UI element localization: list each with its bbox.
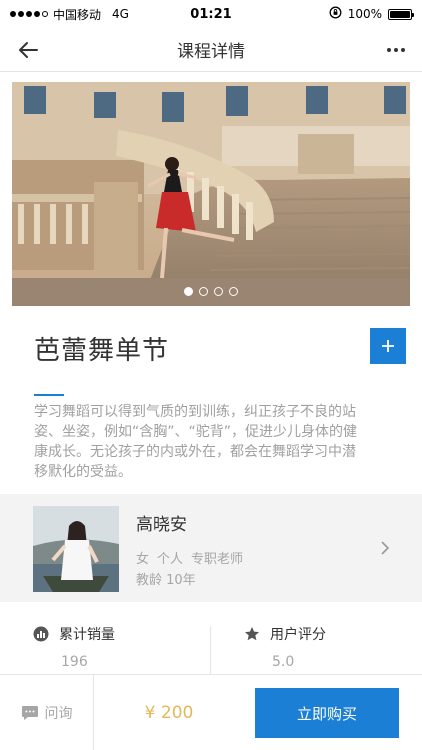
teacher-card[interactable]: 高晓安 女 个人 专职老师 教龄 10年 — [0, 494, 422, 602]
sales-value: 196 — [61, 654, 88, 670]
bottom-action-bar: 问询 ¥ 200 立即购买 — [0, 674, 422, 750]
arrow-left-icon — [19, 42, 38, 58]
bar-chart-icon — [33, 626, 49, 642]
teacher-gender: 女 — [136, 552, 150, 567]
title-accent-line — [34, 394, 64, 396]
star-icon — [245, 627, 259, 641]
status-bar: 中国移动 4G 01:21 100% — [0, 0, 422, 28]
signal-strength-icon — [10, 11, 48, 17]
page-title: 课程详情 — [177, 42, 245, 62]
carousel-dot[interactable] — [184, 287, 193, 296]
course-stats: 累计销量 196 用户评分 5.0 — [0, 618, 422, 674]
sales-stat: 累计销量 196 — [33, 618, 115, 674]
carousel-dot[interactable] — [229, 287, 238, 296]
teacher-type: 个人 — [157, 552, 184, 567]
battery-level — [390, 10, 410, 18]
chevron-right-icon — [381, 541, 390, 555]
course-image-carousel[interactable] — [12, 82, 410, 306]
carousel-dot[interactable] — [199, 287, 208, 296]
course-description: 学习舞蹈可以得到气质的到训练，纠正孩子不良的站姿、坐姿，例如“含胸”、“驼背”，… — [34, 404, 358, 480]
teacher-tags: 女 个人 专职老师 — [136, 548, 243, 567]
rating-stat: 用户评分 5.0 — [244, 618, 326, 674]
carrier-name: 中国移动 — [53, 7, 102, 22]
chat-bubble-icon — [21, 706, 38, 720]
teacher-experience: 教龄 10年 — [136, 573, 196, 588]
stats-divider — [210, 626, 211, 674]
teacher-name: 高晓安 — [136, 515, 187, 535]
sales-label: 累计销量 — [59, 627, 115, 643]
ask-button[interactable]: 问询 — [0, 675, 94, 750]
orientation-lock-icon — [329, 6, 342, 22]
buy-now-button[interactable]: 立即购买 — [255, 688, 399, 738]
carousel-indicators — [12, 287, 410, 296]
plus-icon — [382, 340, 394, 352]
ballet-dancer-photo — [12, 82, 410, 306]
more-horizontal-icon — [387, 48, 405, 52]
carousel-dot[interactable] — [214, 287, 223, 296]
status-right: 100% — [329, 6, 414, 22]
battery-percent: 100% — [347, 7, 382, 21]
network-type: 4G — [112, 7, 129, 21]
more-button[interactable] — [382, 36, 410, 64]
course-price: ¥ 200 — [144, 703, 194, 723]
back-button[interactable] — [14, 36, 42, 64]
rating-label: 用户评分 — [270, 627, 326, 643]
nav-bar: 课程详情 — [0, 28, 422, 72]
battery-icon — [388, 8, 414, 20]
teacher-avatar — [33, 506, 119, 592]
status-left: 中国移动 4G — [10, 6, 129, 23]
teacher-role: 专职老师 — [191, 552, 244, 567]
ask-label: 问询 — [44, 706, 73, 722]
course-title: 芭蕾舞单节 — [34, 336, 170, 366]
add-button[interactable] — [370, 328, 406, 364]
rating-value: 5.0 — [272, 654, 295, 670]
